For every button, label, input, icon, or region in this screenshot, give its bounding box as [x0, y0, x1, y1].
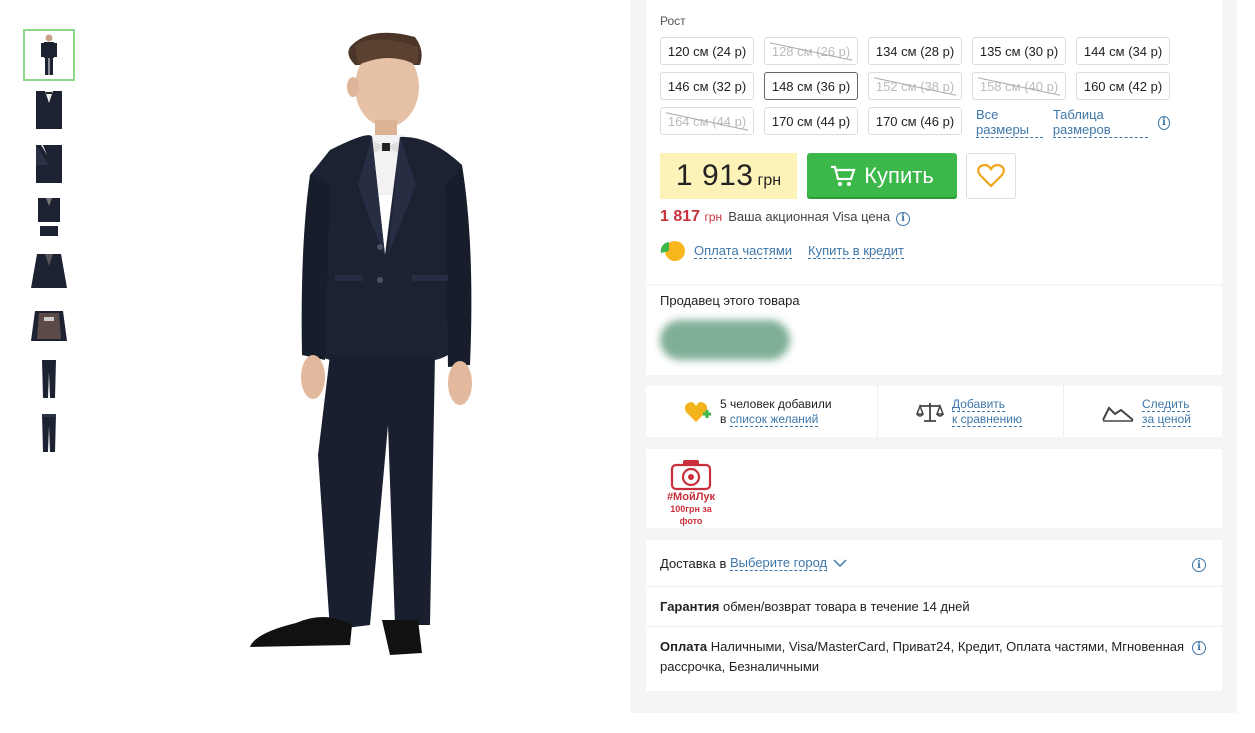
price-box: 1 913 грн: [660, 153, 797, 199]
chevron-down-icon[interactable]: [833, 558, 847, 568]
info-icon[interactable]: i: [1157, 115, 1170, 130]
compare-action[interactable]: Добавить к сравнению: [878, 386, 1064, 437]
wishlist-button[interactable]: [966, 153, 1016, 199]
size-option-unavailable: 164 см (44 р): [660, 107, 754, 135]
size-option-unavailable: 152 см (38 р): [868, 72, 962, 100]
payment-row: Оплата Наличными, Visa/MasterCard, Прива…: [646, 627, 1222, 691]
compare-link-line1[interactable]: Добавить: [952, 396, 1006, 412]
cart-icon: [831, 165, 856, 186]
delivery-label: Доставка в: [660, 555, 727, 571]
payment-text: Наличными, Visa/MasterCard, Приват24, Кр…: [660, 639, 1185, 674]
guarantee-text: обмен/возврат товара в течение 14 дней: [723, 599, 970, 614]
seller-title: Продавец этого товара: [660, 293, 800, 308]
delivery-row: Доставка в Выберите город i: [646, 540, 1222, 587]
credit-link[interactable]: Купить в кредит: [808, 243, 904, 259]
buy-button-label: Купить: [864, 163, 934, 188]
buy-button[interactable]: Купить: [807, 153, 957, 199]
size-option[interactable]: 135 см (30 р): [972, 37, 1066, 65]
size-option[interactable]: 160 см (42 р): [1076, 72, 1170, 100]
credit-row: Оплата частями Купить в кредит: [660, 240, 904, 262]
buy-row: 1 913 грн Купить: [660, 153, 1016, 199]
promo-price: 1 817 грн: [660, 208, 723, 225]
product-page: Рост 120 см (24 р) 128 см (26 р) 134 см …: [0, 0, 1255, 733]
price-track-action[interactable]: Следить за ценой: [1064, 386, 1222, 437]
info-block: Доставка в Выберите город i Гарантия обм…: [646, 540, 1222, 691]
mylook-bonus: 100грн за фото: [670, 504, 712, 526]
info-icon[interactable]: i: [1192, 641, 1206, 655]
mylook-badge[interactable]: #МойЛук 100грн за фото: [660, 459, 722, 527]
track-link-line2[interactable]: за ценой: [1142, 411, 1191, 427]
size-links: Все размеры Таблица размеров i: [972, 107, 1170, 138]
thumbnail-jacket-detail[interactable]: [23, 137, 75, 189]
size-option[interactable]: 134 см (28 р): [868, 37, 962, 65]
promo-price-row: 1 817 грн Ваша акционная Visa цена i: [660, 208, 911, 226]
thumbnail-suit-front[interactable]: [23, 29, 75, 81]
scales-icon: [916, 402, 944, 422]
payment-label: Оплата: [660, 639, 708, 654]
thumbnail-trousers-back[interactable]: [23, 407, 75, 459]
size-option-unavailable: 128 см (26 р): [764, 37, 858, 65]
thumbnail-jacket-flat[interactable]: [23, 245, 75, 297]
product-main-image[interactable]: [230, 25, 500, 665]
installments-icon: [660, 241, 685, 261]
camera-icon: [670, 460, 712, 491]
wishlist-count-text: 5 человек добавили: [720, 396, 832, 411]
thumbnail-trousers-front[interactable]: [23, 353, 75, 405]
thumbnail-jacket-closeup[interactable]: [23, 83, 75, 135]
size-option[interactable]: 170 см (44 р): [764, 107, 858, 135]
track-link-line1[interactable]: Следить: [1142, 396, 1190, 412]
size-label: Рост: [660, 14, 686, 28]
wishlist-link[interactable]: список желаний: [729, 411, 819, 427]
size-option-selected[interactable]: 148 см (36 р): [764, 72, 858, 100]
mylook-block: #МойЛук 100грн за фото: [646, 449, 1222, 528]
mylook-tag: #МойЛук: [666, 491, 716, 503]
wishlist-count: 5 человек добавили в список желаний: [646, 386, 878, 437]
heart-plus-icon: [684, 401, 711, 422]
guarantee-label: Гарантия: [660, 599, 720, 614]
installments-link[interactable]: Оплата частями: [694, 243, 793, 259]
thumbnail-suit-set[interactable]: [23, 191, 75, 243]
seller-block: Продавец этого товара: [646, 286, 1222, 375]
size-option[interactable]: 120 см (24 р): [660, 37, 754, 65]
size-table-link[interactable]: Таблица размеров: [1052, 107, 1148, 138]
info-icon[interactable]: i: [896, 211, 911, 226]
price-currency: грн: [757, 172, 782, 189]
size-selector: Рост 120 см (24 р) 128 см (26 р) 134 см …: [646, 0, 1222, 284]
thumbnail-jacket-lining[interactable]: [23, 299, 75, 351]
product-panel: Рост 120 см (24 р) 128 см (26 р) 134 см …: [630, 0, 1237, 713]
guarantee-row: Гарантия обмен/возврат товара в течение …: [646, 587, 1222, 627]
size-option[interactable]: 170 см (46 р): [868, 107, 962, 135]
size-option-unavailable: 158 см (40 р): [972, 72, 1066, 100]
size-grid: 120 см (24 р) 128 см (26 р) 134 см (28 р…: [660, 37, 1208, 138]
heart-icon: [977, 164, 1005, 188]
city-select[interactable]: Выберите город: [729, 555, 828, 571]
price-value: 1 913: [675, 159, 754, 192]
size-option[interactable]: 144 см (34 р): [1076, 37, 1170, 65]
compare-link-line2[interactable]: к сравнению: [952, 411, 1022, 427]
promo-text: Ваша акционная Visa цена: [728, 209, 891, 224]
thumbnail-list: [23, 29, 75, 461]
all-sizes-link[interactable]: Все размеры: [976, 107, 1043, 138]
info-icon[interactable]: i: [1192, 558, 1206, 572]
product-actions: 5 человек добавили в список желаний Доба…: [646, 386, 1222, 437]
size-option[interactable]: 146 см (32 р): [660, 72, 754, 100]
chart-icon: [1102, 405, 1134, 422]
seller-name-hidden: [660, 320, 790, 360]
